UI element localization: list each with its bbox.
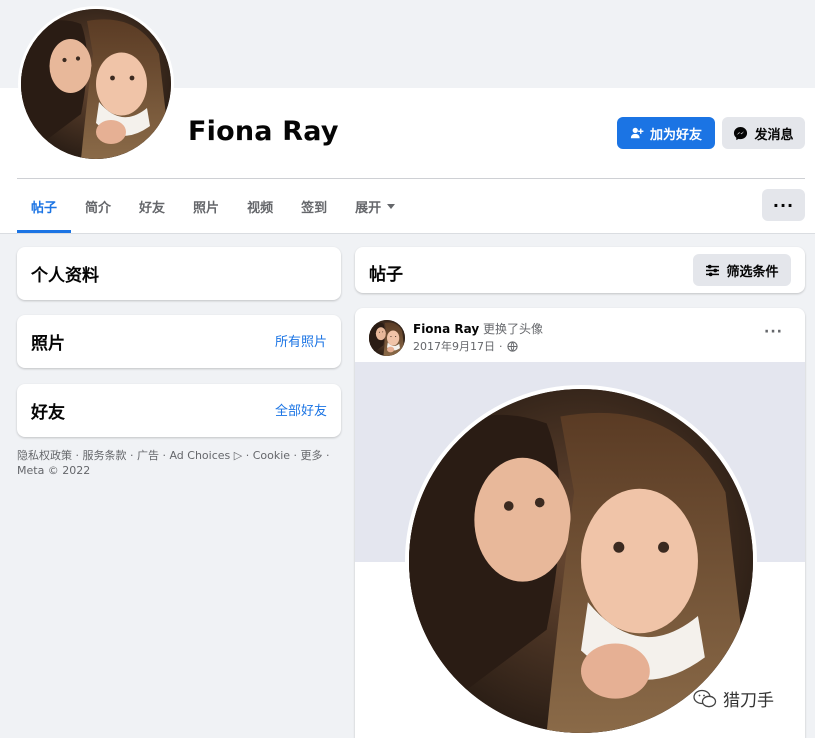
friends-card: 好友 全部好友 bbox=[17, 384, 341, 437]
tab-label: 签到 bbox=[301, 201, 328, 216]
photos-card: 照片 所有照片 bbox=[17, 315, 341, 368]
friends-title: 好友 bbox=[31, 403, 65, 423]
author-photo bbox=[369, 320, 405, 356]
post-profile-picture[interactable] bbox=[405, 385, 757, 737]
tab-friends[interactable]: 好友 bbox=[125, 180, 179, 233]
intro-title: 个人资料 bbox=[31, 266, 99, 286]
tab-checkins[interactable]: 签到 bbox=[287, 180, 341, 233]
tab-about[interactable]: 简介 bbox=[71, 180, 125, 233]
footer-links[interactable]: 隐私权政策 · 服务条款 · 广告 · Ad Choices ▷ · Cooki… bbox=[17, 448, 341, 478]
tab-label: 展开 bbox=[355, 201, 382, 216]
post-action-text: 更换了头像 bbox=[483, 322, 544, 336]
sliders-icon bbox=[706, 264, 720, 276]
post-photo bbox=[409, 389, 753, 733]
filter-label: 筛选条件 bbox=[726, 264, 779, 280]
intro-card: 个人资料 bbox=[17, 247, 341, 300]
tab-label: 帖子 bbox=[31, 201, 58, 216]
tab-photos[interactable]: 照片 bbox=[179, 180, 233, 233]
all-friends-link[interactable]: 全部好友 bbox=[275, 400, 327, 419]
filter-button[interactable]: 筛选条件 bbox=[693, 254, 791, 286]
tab-label: 好友 bbox=[139, 201, 166, 216]
posts-title: 帖子 bbox=[369, 265, 403, 285]
photos-title: 照片 bbox=[31, 334, 65, 354]
profile-photo bbox=[21, 9, 171, 159]
message-label: 发消息 bbox=[754, 127, 794, 143]
tab-more[interactable]: 展开 bbox=[341, 180, 409, 233]
more-options-button[interactable]: ··· bbox=[762, 189, 805, 221]
caret-down-icon bbox=[387, 204, 396, 209]
post-menu-button[interactable]: ··· bbox=[764, 324, 783, 340]
watermark-text: 猎刀手 bbox=[723, 691, 774, 711]
post-date[interactable]: 2017年9月17日 bbox=[413, 338, 495, 354]
post-author-name[interactable]: Fiona Ray bbox=[413, 322, 479, 336]
tab-label: 照片 bbox=[193, 201, 220, 216]
tab-posts[interactable]: 帖子 bbox=[17, 180, 72, 233]
tab-label: 简介 bbox=[85, 201, 112, 216]
post-meta: 2017年9月17日 · bbox=[413, 338, 518, 354]
post-author-avatar[interactable] bbox=[369, 320, 405, 356]
globe-icon bbox=[506, 340, 518, 352]
message-button[interactable]: 发消息 bbox=[722, 117, 805, 149]
tab-label: 视频 bbox=[247, 201, 274, 216]
add-friend-label: 加为好友 bbox=[649, 127, 702, 143]
messenger-icon bbox=[734, 126, 748, 140]
post-header-line: Fiona Ray 更换了头像 bbox=[413, 320, 543, 337]
add-friend-button[interactable]: 加为好友 bbox=[617, 117, 715, 149]
person-plus-icon bbox=[630, 127, 644, 139]
profile-tabs: 帖子 简介 好友 照片 视频 签到 展开 bbox=[17, 180, 409, 233]
watermark: 猎刀手 bbox=[693, 686, 774, 711]
all-photos-link[interactable]: 所有照片 bbox=[275, 331, 327, 350]
post-card: Fiona Ray 更换了头像 2017年9月17日 · ··· bbox=[355, 308, 805, 738]
wechat-icon bbox=[693, 689, 717, 707]
profile-name: Fiona Ray bbox=[188, 116, 339, 147]
header-divider bbox=[17, 178, 805, 179]
tab-videos[interactable]: 视频 bbox=[233, 180, 287, 233]
profile-avatar[interactable] bbox=[18, 6, 174, 162]
